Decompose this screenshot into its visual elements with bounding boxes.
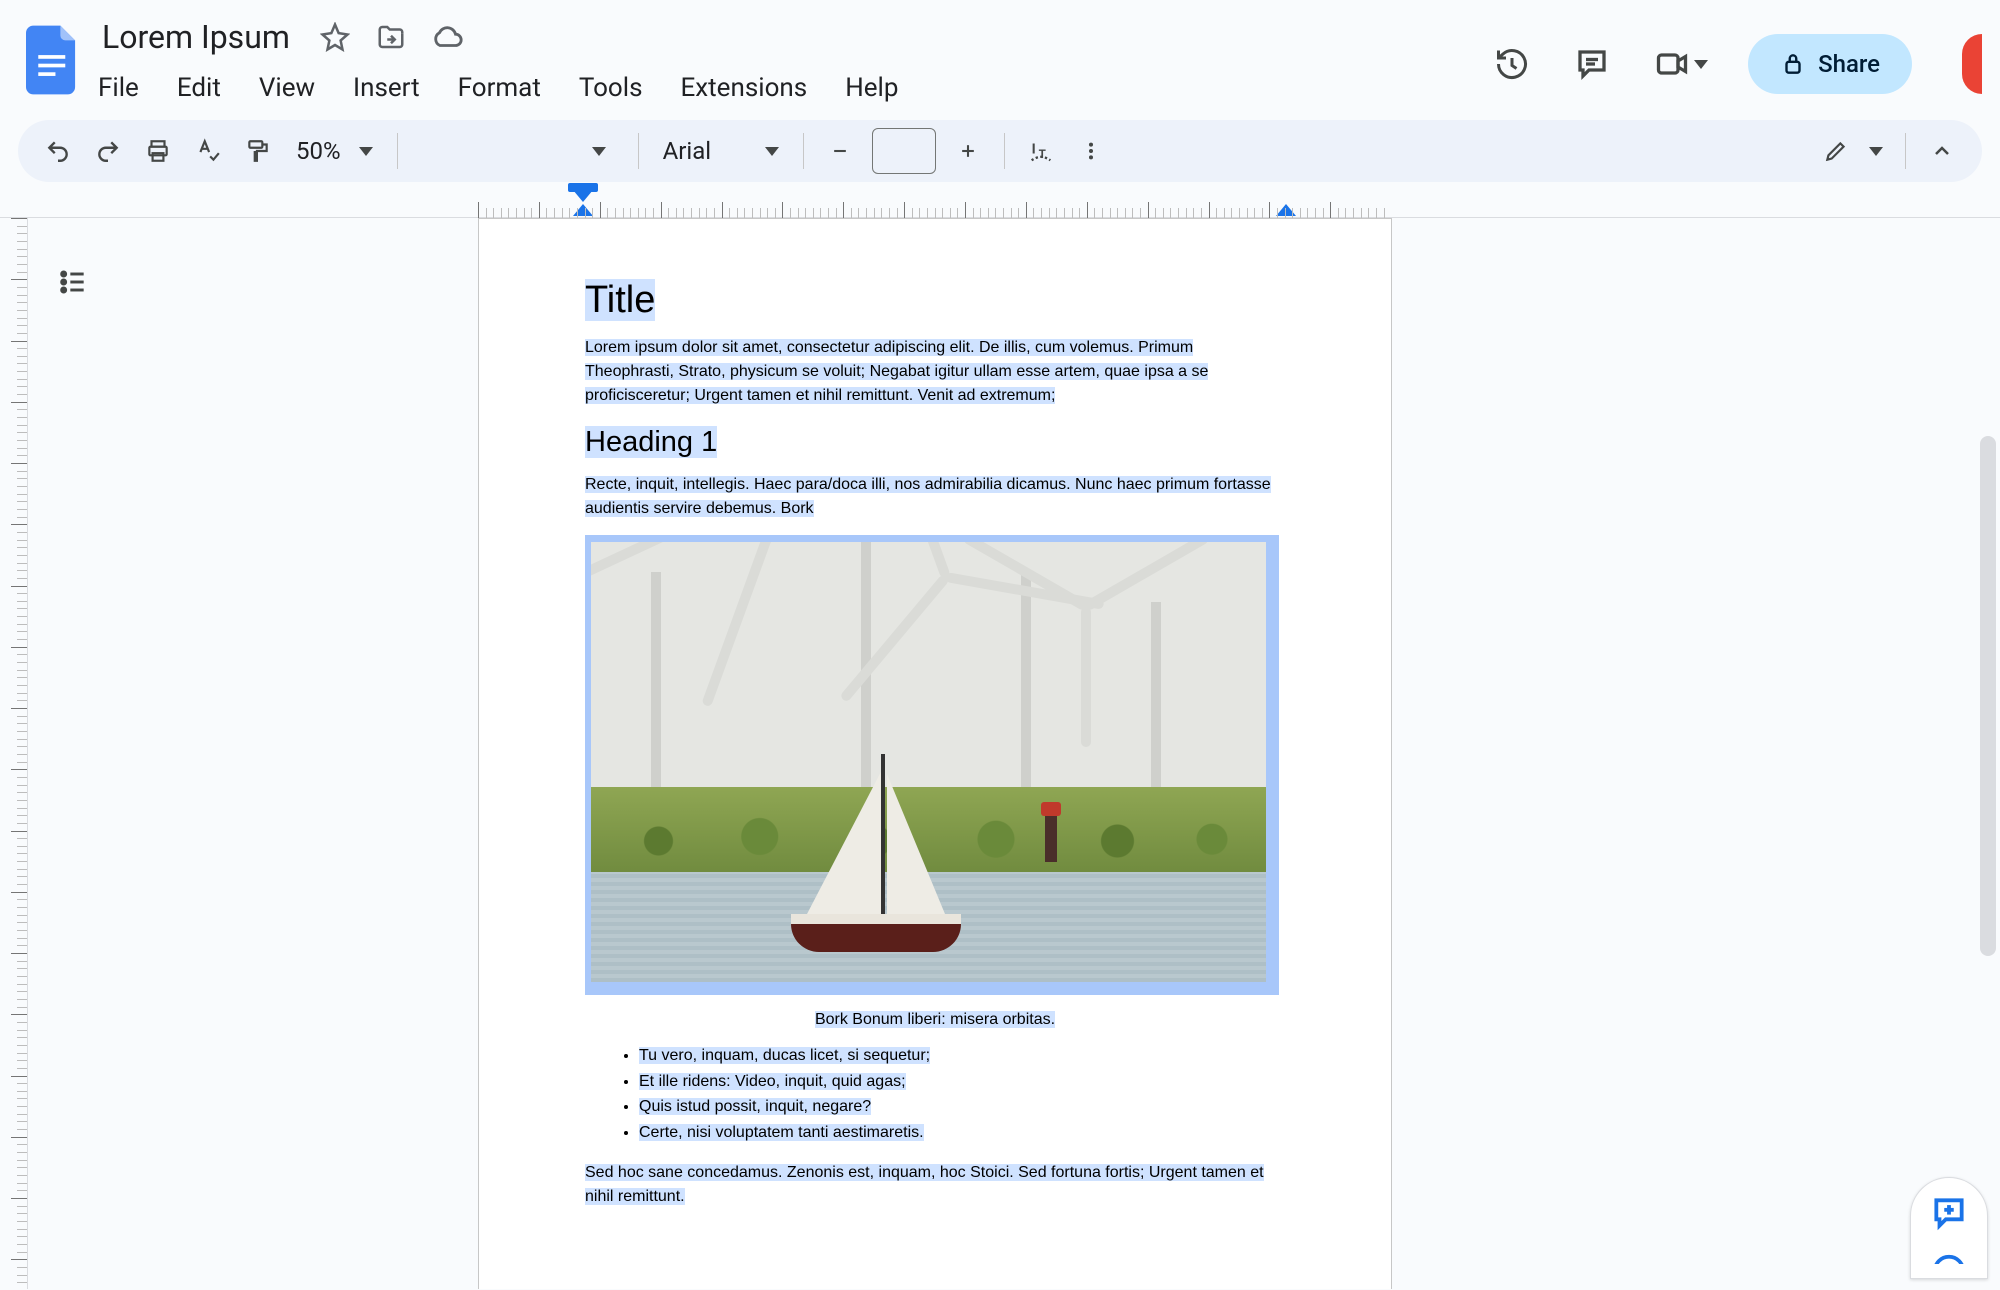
chevron-down-icon: [1869, 147, 1883, 156]
docs-logo[interactable]: [18, 10, 88, 96]
list-item[interactable]: Certe, nisi voluptatem tanti aestimareti…: [639, 1124, 924, 1141]
account-avatar[interactable]: [1962, 34, 1982, 94]
menu-extensions[interactable]: Extensions: [679, 67, 810, 109]
insert-link-button[interactable]: IT: [1019, 129, 1063, 173]
menu-format[interactable]: Format: [456, 67, 543, 109]
add-emoji-button[interactable]: [1928, 1252, 1970, 1264]
paragraph-style-select[interactable]: [412, 147, 624, 156]
toolbar-separator: [803, 133, 804, 169]
toolbar-separator: [1905, 133, 1906, 169]
editing-mode-button[interactable]: [1815, 138, 1891, 164]
decrease-font-size-button[interactable]: [818, 129, 862, 173]
zoom-value: 50%: [296, 137, 341, 165]
star-icon[interactable]: [318, 20, 352, 54]
document-canvas[interactable]: Title Lorem ipsum dolor sit amet, consec…: [118, 218, 2000, 1289]
list-item[interactable]: Tu vero, inquam, ducas licet, si sequetu…: [639, 1047, 930, 1064]
meet-dropdown-icon[interactable]: [1694, 60, 1708, 69]
share-button[interactable]: Share: [1748, 34, 1912, 94]
chevron-down-icon: [765, 147, 779, 156]
doc-title-text[interactable]: Title: [585, 279, 655, 321]
menu-bar: File Edit View Insert Format Tools Exten…: [96, 64, 1492, 112]
doc-bullet-list[interactable]: Tu vero, inquam, ducas licet, si sequetu…: [639, 1043, 1285, 1145]
share-button-label: Share: [1818, 50, 1880, 78]
more-tools-button[interactable]: [1069, 129, 1113, 173]
menu-insert[interactable]: Insert: [351, 67, 422, 109]
redo-button[interactable]: [86, 129, 130, 173]
print-button[interactable]: [136, 129, 180, 173]
doc-title-input[interactable]: Lorem Ipsum: [96, 16, 296, 58]
collapse-toolbar-button[interactable]: [1920, 129, 1964, 173]
toolbar-separator: [638, 133, 639, 169]
paint-format-button[interactable]: [236, 129, 280, 173]
spellcheck-button[interactable]: [186, 129, 230, 173]
svg-text:I: I: [1032, 141, 1036, 157]
list-item[interactable]: Quis istud possit, inquit, negare?: [639, 1098, 871, 1115]
menu-view[interactable]: View: [257, 67, 317, 109]
menu-tools[interactable]: Tools: [577, 67, 645, 109]
document-page[interactable]: Title Lorem ipsum dolor sit amet, consec…: [478, 218, 1392, 1289]
toolbar-separator: [1004, 133, 1005, 169]
toolbar-separator: [397, 133, 398, 169]
undo-button[interactable]: [36, 129, 80, 173]
svg-text:T: T: [1039, 147, 1046, 161]
doc-image[interactable]: [585, 535, 1279, 995]
menu-file[interactable]: File: [96, 67, 141, 109]
doc-paragraph[interactable]: Sed hoc sane concedamus. Zenonis est, in…: [585, 1164, 1264, 1205]
horizontal-ruler[interactable]: [0, 190, 2000, 218]
menu-help[interactable]: Help: [843, 67, 900, 109]
history-icon[interactable]: [1492, 44, 1532, 84]
chevron-down-icon: [592, 147, 606, 156]
list-item[interactable]: Et ille ridens: Video, inquit, quid agas…: [639, 1073, 906, 1090]
show-outline-button[interactable]: [53, 262, 93, 302]
toolbar: 50% Arial IT: [18, 120, 1982, 182]
cloud-status-icon[interactable]: [430, 20, 464, 54]
meet-icon[interactable]: [1652, 44, 1692, 84]
move-icon[interactable]: [374, 20, 408, 54]
vertical-scrollbar[interactable]: [1980, 436, 1996, 956]
comments-icon[interactable]: [1572, 44, 1612, 84]
font-family-select[interactable]: Arial: [653, 137, 790, 165]
add-comment-button[interactable]: [1928, 1192, 1970, 1234]
increase-font-size-button[interactable]: [946, 129, 990, 173]
chevron-down-icon: [359, 147, 373, 156]
vertical-ruler[interactable]: [0, 218, 28, 1289]
zoom-select[interactable]: 50%: [286, 137, 383, 165]
doc-heading-1[interactable]: Heading 1: [585, 426, 717, 458]
doc-paragraph[interactable]: Recte, inquit, intellegis. Haec para/doc…: [585, 476, 1271, 517]
menu-edit[interactable]: Edit: [175, 67, 223, 109]
font-size-input[interactable]: [872, 128, 936, 174]
floating-comment-toolbar: [1910, 1177, 1988, 1279]
app-header: Lorem Ipsum File Edit View Insert Format…: [0, 0, 2000, 120]
doc-paragraph[interactable]: Lorem ipsum dolor sit amet, consectetur …: [585, 339, 1208, 404]
doc-image-caption[interactable]: Bork Bonum liberi: misera orbitas.: [815, 1011, 1055, 1028]
font-family-value: Arial: [663, 137, 712, 165]
